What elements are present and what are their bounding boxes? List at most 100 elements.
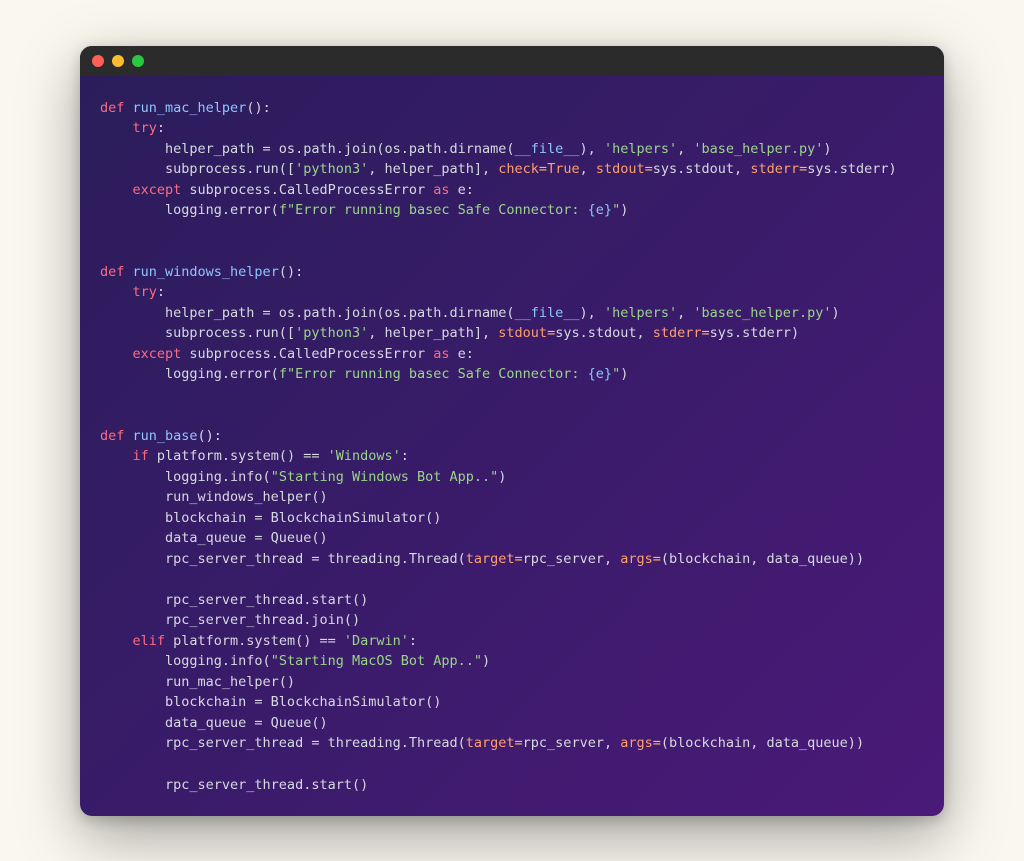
keyword-as: as: [433, 182, 449, 198]
string: 'helpers': [604, 141, 677, 157]
kwarg: stdout: [498, 325, 547, 341]
code-text: rpc_server_thread.join(): [100, 612, 360, 628]
code-text: , helper_path],: [368, 161, 498, 177]
keyword-def: def: [100, 428, 124, 444]
kwarg: args: [620, 551, 653, 567]
equals: =: [653, 735, 661, 751]
dunder: __file__: [515, 305, 580, 321]
string: 'Windows': [328, 448, 401, 464]
equals: =: [799, 161, 807, 177]
code-text: ): [482, 653, 490, 669]
function-name: run_base: [124, 428, 197, 444]
string: "Starting Windows Bot App..": [271, 469, 499, 485]
kwarg: stderr: [653, 325, 702, 341]
code-text: :: [401, 448, 409, 464]
code-text: ): [823, 141, 831, 157]
function-name: run_windows_helper: [124, 264, 278, 280]
code-text: data_queue = Queue(): [100, 530, 328, 546]
code-text: sys.stderr): [710, 325, 799, 341]
code-text: sys.stderr): [807, 161, 896, 177]
code-text: sys.stdout,: [555, 325, 653, 341]
string: 'base_helper.py': [693, 141, 823, 157]
code-text: (blockchain, data_queue)): [661, 551, 864, 567]
code-text: logging.info(: [100, 469, 271, 485]
code-text: ():: [279, 264, 303, 280]
kwarg: check: [498, 161, 539, 177]
keyword-def: def: [100, 264, 124, 280]
function-name: run_mac_helper: [124, 100, 246, 116]
keyword-as: as: [433, 346, 449, 362]
code-text: rpc_server_thread.start(): [100, 777, 368, 793]
keyword-elif: elif: [133, 633, 166, 649]
equals: =: [702, 325, 710, 341]
code-text: e:: [450, 182, 474, 198]
keyword-except: except: [133, 346, 182, 362]
string: 'helpers': [604, 305, 677, 321]
code-text: blockchain = BlockchainSimulator(): [100, 694, 441, 710]
code-text: :: [157, 120, 165, 136]
code-text: platform.system() ==: [149, 448, 328, 464]
code-text: logging.error(: [100, 202, 279, 218]
kwarg: args: [620, 735, 653, 751]
code-text: blockchain = BlockchainSimulator(): [100, 510, 441, 526]
terminal-window: def run_mac_helper(): try: helper_path =…: [80, 46, 944, 816]
code-text: ): [498, 469, 506, 485]
string: 'basec_helper.py': [693, 305, 831, 321]
string: ": [612, 202, 620, 218]
kwarg: stdout: [596, 161, 645, 177]
string: f"Error running basec Safe Connector:: [279, 366, 588, 382]
code-text: ): [620, 202, 628, 218]
close-icon[interactable]: [92, 55, 104, 67]
code-text: platform.system() ==: [165, 633, 344, 649]
string: f"Error running basec Safe Connector:: [279, 202, 588, 218]
kwarg: stderr: [750, 161, 799, 177]
string: 'python3': [295, 161, 368, 177]
code-text: ),: [580, 141, 604, 157]
code-text: ,: [580, 161, 596, 177]
dunder: __file__: [515, 141, 580, 157]
minimize-icon[interactable]: [112, 55, 124, 67]
code-text: data_queue = Queue(): [100, 715, 328, 731]
code-text: :: [409, 633, 417, 649]
equals: =: [547, 325, 555, 341]
code-text: :: [157, 284, 165, 300]
code-text: ,: [677, 141, 693, 157]
equals: =: [539, 161, 547, 177]
keyword-try: try: [133, 284, 157, 300]
code-text: e:: [450, 346, 474, 362]
code-text: rpc_server_thread.start(): [100, 592, 368, 608]
keyword-except: except: [133, 182, 182, 198]
code-text: subprocess.CalledProcessError: [181, 182, 433, 198]
code-text: run_mac_helper(): [100, 674, 295, 690]
equals: =: [653, 551, 661, 567]
window-titlebar: [80, 46, 944, 76]
code-text: sys.stdout,: [653, 161, 751, 177]
equals: =: [515, 735, 523, 751]
code-text: ():: [198, 428, 222, 444]
code-text: helper_path = os.path.join(os.path.dirna…: [100, 141, 515, 157]
code-text: ,: [677, 305, 693, 321]
code-text: ): [620, 366, 628, 382]
code-text: subprocess.run([: [100, 325, 295, 341]
kwarg: target: [466, 551, 515, 567]
code-text: logging.info(: [100, 653, 271, 669]
code-text: subprocess.run([: [100, 161, 295, 177]
code-text: run_windows_helper(): [100, 489, 328, 505]
code-text: ),: [580, 305, 604, 321]
string: 'Darwin': [344, 633, 409, 649]
code-text: rpc_server,: [523, 551, 621, 567]
code-text: ():: [246, 100, 270, 116]
string: 'python3': [295, 325, 368, 341]
code-text: logging.error(: [100, 366, 279, 382]
bool: True: [547, 161, 580, 177]
zoom-icon[interactable]: [132, 55, 144, 67]
string: ": [612, 366, 620, 382]
code-content: def run_mac_helper(): try: helper_path =…: [80, 76, 944, 816]
code-text: rpc_server,: [523, 735, 621, 751]
keyword-def: def: [100, 100, 124, 116]
code-text: helper_path = os.path.join(os.path.dirna…: [100, 305, 515, 321]
keyword-try: try: [133, 120, 157, 136]
code-text: , helper_path],: [368, 325, 498, 341]
equals: =: [515, 551, 523, 567]
code-text: ): [832, 305, 840, 321]
